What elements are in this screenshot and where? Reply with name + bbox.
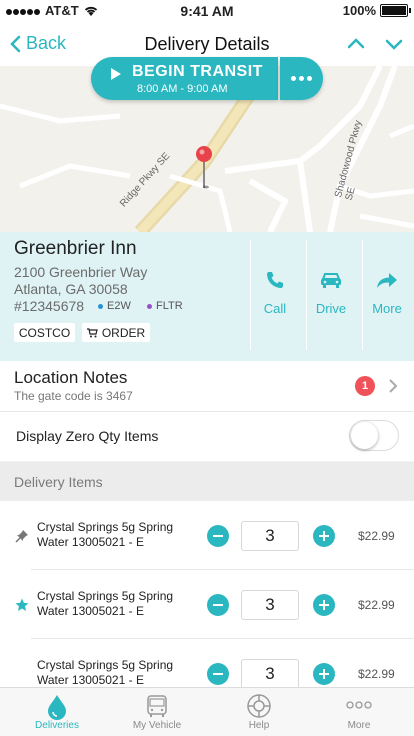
notes-subtitle: The gate code is 3467: [14, 389, 133, 403]
section-title: Delivery Items: [14, 474, 103, 490]
decrease-qty-button[interactable]: [207, 525, 229, 547]
order-chip: ORDER: [82, 323, 150, 342]
qty-input[interactable]: [241, 521, 299, 551]
zero-qty-label: Display Zero Qty Items: [16, 428, 159, 444]
qty-input[interactable]: [241, 659, 299, 687]
cart-icon: [86, 327, 98, 337]
tab-more[interactable]: More: [319, 692, 399, 731]
call-button[interactable]: Call: [250, 270, 300, 316]
item-name: Crystal Springs 5g Spring Water 13005021…: [37, 589, 174, 618]
bus-icon: [147, 695, 167, 717]
decrease-qty-button[interactable]: [207, 594, 229, 616]
star-icon[interactable]: [15, 598, 29, 612]
begin-transit-label: BEGIN TRANSIT: [132, 63, 263, 80]
stop-name: Greenbrier Inn: [14, 238, 137, 259]
drive-button[interactable]: Drive: [306, 270, 356, 316]
stop-number: #12345678: [14, 298, 85, 314]
decrease-qty-button[interactable]: [207, 663, 229, 685]
tab-help[interactable]: Help: [219, 692, 299, 731]
notes-count-badge: 1: [355, 376, 375, 396]
chevron-right-icon: [389, 379, 398, 393]
play-icon: [111, 68, 121, 80]
phone-icon: [267, 272, 283, 288]
delivery-items-header: Delivery Items: [0, 462, 414, 501]
more-options-button[interactable]: [280, 57, 323, 100]
zero-qty-toggle[interactable]: [349, 420, 399, 451]
stop-card: Greenbrier Inn 2100 Greenbrier Way Atlan…: [0, 232, 414, 361]
begin-transit-button[interactable]: BEGIN TRANSIT 8:00 AM - 9:00 AM: [91, 57, 278, 100]
costco-chip: COSTCO: [14, 323, 75, 342]
location-notes-row[interactable]: Location Notes The gate code is 3467 1: [0, 361, 414, 412]
car-icon: [321, 273, 341, 288]
battery-icon: [380, 4, 411, 17]
tab-deliveries[interactable]: Deliveries: [17, 692, 97, 731]
item-price: $22.99: [358, 667, 395, 681]
tab-my-vehicle[interactable]: My Vehicle: [117, 692, 197, 731]
item-price: $22.99: [358, 598, 395, 612]
tab-bar: Deliveries My Vehicle Help More: [0, 687, 414, 736]
pin-icon[interactable]: [15, 529, 29, 543]
more-actions-button[interactable]: More: [362, 270, 412, 316]
transit-window: 8:00 AM - 9:00 AM: [137, 83, 228, 95]
drop-icon: [48, 695, 66, 720]
increase-qty-button[interactable]: [313, 663, 335, 685]
list-item: Crystal Springs 5g Spring Water 13005021…: [0, 570, 414, 639]
chevron-down-icon[interactable]: [384, 34, 404, 54]
notes-title: Location Notes: [14, 368, 128, 387]
increase-qty-button[interactable]: [313, 525, 335, 547]
list-item: Crystal Springs 5g Spring Water 13005021…: [0, 639, 414, 687]
battery-info: 100%: [342, 3, 411, 18]
stop-address-line2: Atlanta, GA 30058: [14, 281, 128, 297]
item-price: $22.99: [358, 529, 395, 543]
dots-icon: [346, 701, 372, 709]
qty-input[interactable]: [241, 590, 299, 620]
list-item: Crystal Springs 5g Spring Water 13005021…: [0, 501, 414, 570]
stop-navigation: [346, 34, 404, 54]
lifebuoy-icon: [247, 694, 271, 718]
tag-e2w: E2W: [98, 300, 131, 312]
increase-qty-button[interactable]: [313, 594, 335, 616]
item-name: Crystal Springs 5g Spring Water 13005021…: [37, 520, 174, 549]
battery-percent: 100%: [342, 3, 376, 18]
tag-fltr: FLTR: [147, 300, 183, 312]
delivery-items-list: Crystal Springs 5g Spring Water 13005021…: [0, 501, 414, 687]
map-pin-icon: [196, 146, 212, 189]
zero-qty-row: Display Zero Qty Items: [0, 412, 414, 461]
stop-address-line1: 2100 Greenbrier Way: [14, 264, 148, 280]
status-bar: AT&T 9:41 AM 100%: [0, 0, 414, 22]
item-name: Crystal Springs 5g Spring Water 13005021…: [37, 658, 174, 687]
chevron-up-icon[interactable]: [346, 34, 366, 54]
share-arrow-icon: [377, 273, 397, 288]
